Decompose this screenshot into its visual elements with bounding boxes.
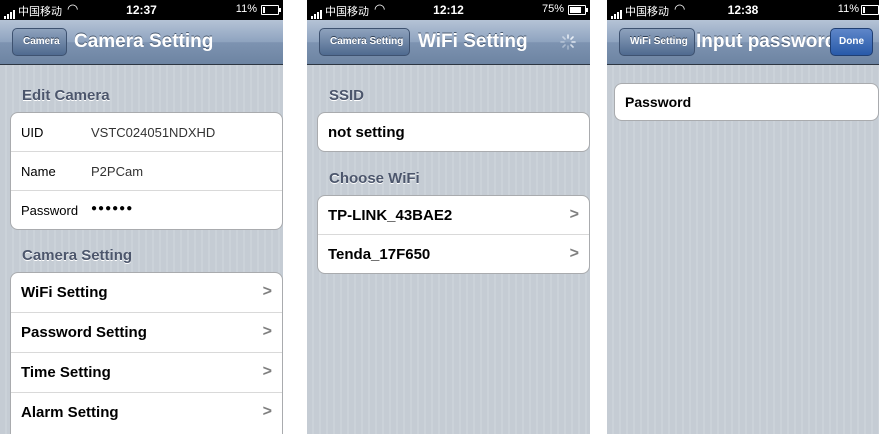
status-bar: 中国移动 ◠ 12:38 11% bbox=[607, 0, 879, 20]
menu-item-label: Password Setting bbox=[21, 324, 147, 341]
chevron-right-icon: > bbox=[262, 323, 272, 340]
section-header-edit-camera: Edit Camera bbox=[22, 87, 110, 104]
status-bar: 中国移动 ◠ 12:37 11% bbox=[0, 0, 283, 20]
chevron-right-icon: > bbox=[569, 206, 579, 223]
password-input-row[interactable]: Password bbox=[615, 84, 878, 120]
back-button-label: WiFi Setting bbox=[630, 36, 688, 47]
wifi-network-item[interactable]: Tenda_17F650 > bbox=[318, 234, 589, 273]
navigation-bar: WiFi Setting Input password Done bbox=[607, 20, 879, 65]
ssid-group: not setting bbox=[317, 112, 590, 152]
menu-item-label: WiFi Setting bbox=[21, 284, 108, 301]
loading-spinner-icon bbox=[560, 34, 576, 50]
uid-label: UID bbox=[21, 125, 44, 140]
status-bar: 中国移动 ◠ 12:12 75% bbox=[307, 0, 590, 20]
section-header-choose-wifi: Choose WiFi bbox=[329, 170, 420, 187]
page-title: WiFi Setting bbox=[418, 31, 528, 52]
battery-percent: 11% bbox=[837, 3, 859, 15]
back-button[interactable]: WiFi Setting bbox=[619, 28, 695, 56]
done-button[interactable]: Done bbox=[830, 28, 873, 56]
page-title: Input password bbox=[696, 31, 837, 52]
uid-row[interactable]: UID VSTC024051NDXHD bbox=[11, 113, 282, 151]
wifi-network-name: Tenda_17F650 bbox=[328, 246, 431, 263]
chevron-right-icon: > bbox=[262, 283, 272, 300]
password-input-group: Password bbox=[614, 83, 879, 121]
menu-item-label: Alarm Setting bbox=[21, 404, 119, 421]
menu-item-password-setting[interactable]: Password Setting > bbox=[11, 312, 282, 352]
menu-item-time-setting[interactable]: Time Setting > bbox=[11, 352, 282, 392]
page-title: Camera Setting bbox=[74, 31, 214, 52]
menu-item-wifi-setting[interactable]: WiFi Setting > bbox=[11, 273, 282, 312]
back-button-label: Camera bbox=[23, 36, 60, 47]
password-row[interactable]: Password ●●●●●● bbox=[11, 190, 282, 229]
battery-icon bbox=[568, 5, 588, 15]
input-password-screen: 中国移动 ◠ 12:38 11% WiFi Setting Input pass… bbox=[607, 0, 879, 434]
wifi-network-name: TP-LINK_43BAE2 bbox=[328, 207, 453, 224]
menu-item-alarm-setting[interactable]: Alarm Setting > bbox=[11, 392, 282, 432]
ssid-value-row[interactable]: not setting bbox=[318, 113, 589, 151]
battery-icon bbox=[261, 5, 281, 15]
section-header-ssid: SSID bbox=[329, 87, 365, 104]
navigation-bar: Camera Setting WiFi Setting bbox=[307, 20, 590, 65]
password-field-placeholder[interactable]: Password bbox=[625, 94, 691, 110]
battery-icon bbox=[861, 5, 879, 15]
name-label: Name bbox=[21, 164, 56, 179]
camera-setting-group: WiFi Setting > Password Setting > Time S… bbox=[10, 272, 283, 434]
wifi-network-item[interactable]: TP-LINK_43BAE2 > bbox=[318, 196, 589, 234]
back-button[interactable]: Camera bbox=[12, 28, 67, 56]
battery-percent: 75% bbox=[541, 3, 564, 15]
name-row[interactable]: Name P2PCam bbox=[11, 151, 282, 190]
password-value: ●●●●●● bbox=[91, 203, 134, 214]
password-label: Password bbox=[21, 203, 79, 218]
uid-value: VSTC024051NDXHD bbox=[91, 125, 216, 140]
menu-item-label: Time Setting bbox=[21, 364, 111, 381]
battery-percent: 11% bbox=[235, 3, 257, 15]
navigation-bar: Camera Camera Setting bbox=[0, 20, 283, 65]
ssid-value: not setting bbox=[328, 124, 405, 141]
wifi-setting-screen: 中国移动 ◠ 12:12 75% Camera Setting WiFi Set… bbox=[307, 0, 590, 434]
chevron-right-icon: > bbox=[569, 245, 579, 262]
back-button[interactable]: Camera Setting bbox=[319, 28, 411, 56]
name-value: P2PCam bbox=[91, 164, 144, 179]
camera-setting-screen: 中国移动 ◠ 12:37 11% Camera Camera Setting E… bbox=[0, 0, 283, 434]
section-header-camera-setting: Camera Setting bbox=[22, 247, 133, 264]
edit-camera-group: UID VSTC024051NDXHD Name P2PCam Password… bbox=[10, 112, 283, 230]
chevron-right-icon: > bbox=[262, 403, 272, 420]
wifi-list-group: TP-LINK_43BAE2 > Tenda_17F650 > bbox=[317, 195, 590, 274]
chevron-right-icon: > bbox=[262, 363, 272, 380]
back-button-label: Camera Setting bbox=[330, 36, 404, 47]
